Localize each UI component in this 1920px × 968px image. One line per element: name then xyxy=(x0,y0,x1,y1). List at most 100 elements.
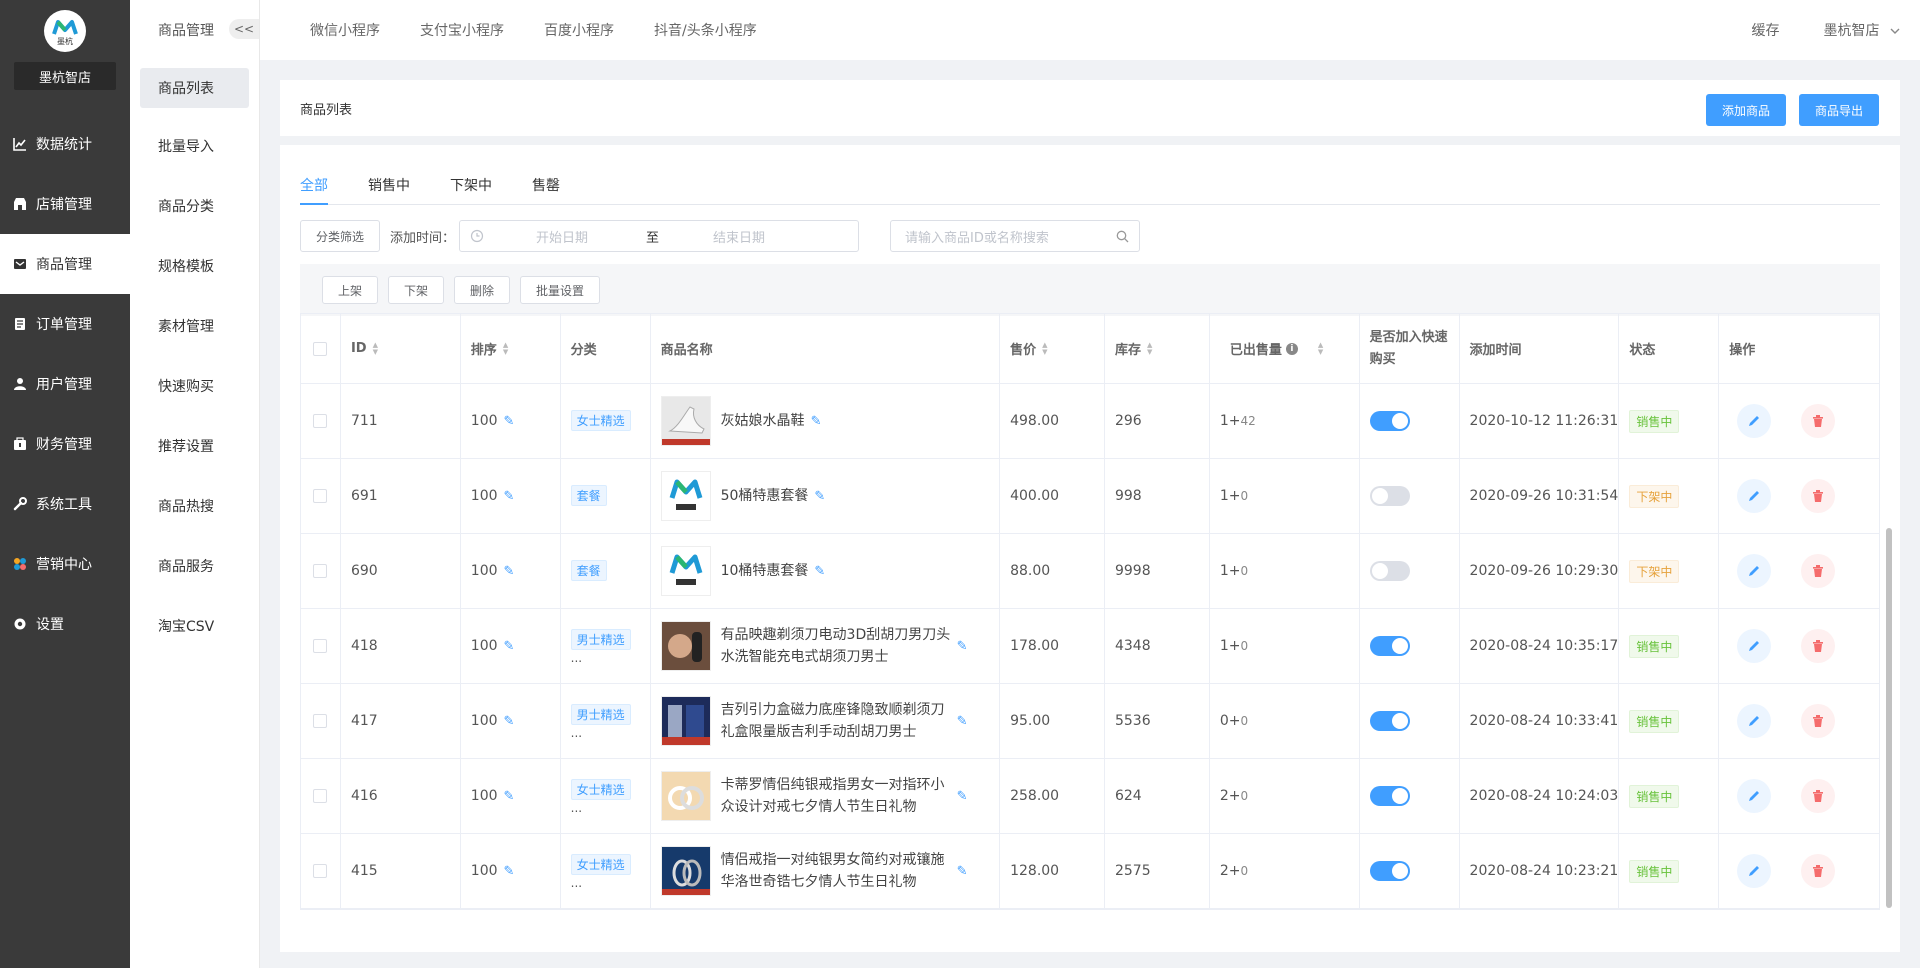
select-all-checkbox[interactable] xyxy=(313,341,328,356)
sort-icon[interactable]: ▲ ▼ xyxy=(1318,341,1323,356)
row-select-cell[interactable] xyxy=(301,459,341,533)
subnav-item-hot-search[interactable]: 商品热搜 xyxy=(130,476,259,536)
edit-name-icon[interactable]: ✎ xyxy=(811,414,822,429)
nav-tools[interactable]: 系统工具 xyxy=(0,474,130,534)
date-range-picker[interactable]: 开始日期 至 结束日期 xyxy=(459,220,860,252)
edit-sort-icon[interactable]: ✎ xyxy=(504,489,515,504)
edit-sort-icon[interactable]: ✎ xyxy=(504,714,515,729)
info-icon[interactable]: i xyxy=(1285,342,1298,355)
row-select-cell[interactable] xyxy=(301,834,341,908)
tab-on-sale[interactable]: 销售中 xyxy=(368,175,410,205)
edit-name-icon[interactable]: ✎ xyxy=(957,714,968,729)
top-tab-alipay[interactable]: 支付宝小程序 xyxy=(420,20,504,40)
header-price[interactable]: 售价 ▲ ▼ xyxy=(1000,314,1105,383)
row-checkbox[interactable] xyxy=(313,639,328,653)
row-select-cell[interactable] xyxy=(301,684,341,758)
sort-icon[interactable]: ▲ ▼ xyxy=(1042,341,1047,356)
header-sold[interactable]: 已出售量 i ▲ ▼ xyxy=(1210,314,1360,383)
top-tab-baidu[interactable]: 百度小程序 xyxy=(544,20,614,40)
start-date-input[interactable]: 开始日期 xyxy=(536,227,588,246)
subnav-item-recommend[interactable]: 推荐设置 xyxy=(130,416,259,476)
store-name[interactable]: 墨杭智店 xyxy=(14,62,116,90)
quick-buy-toggle[interactable] xyxy=(1369,861,1410,881)
nav-orders[interactable]: 订单管理 xyxy=(0,294,130,354)
edit-sort-icon[interactable]: ✎ xyxy=(504,414,515,429)
header-stock[interactable]: 库存 ▲ ▼ xyxy=(1105,314,1210,383)
sort-icon[interactable]: ▲ ▼ xyxy=(373,341,378,356)
add-goods-button[interactable]: 添加商品 xyxy=(1706,94,1786,126)
row-checkbox[interactable] xyxy=(313,789,328,803)
edit-name-icon[interactable]: ✎ xyxy=(957,639,968,654)
subnav-item-goods-list[interactable]: 商品列表 xyxy=(140,68,249,108)
delete-button[interactable] xyxy=(1801,629,1836,663)
delete-button[interactable] xyxy=(1801,779,1836,813)
subnav-item-batch-import[interactable]: 批量导入 xyxy=(130,116,259,176)
export-goods-button[interactable]: 商品导出 xyxy=(1799,94,1879,126)
delete-button[interactable] xyxy=(1801,854,1836,888)
delete-button[interactable] xyxy=(1801,554,1836,588)
row-checkbox[interactable] xyxy=(313,489,328,503)
edit-button[interactable] xyxy=(1737,404,1772,438)
row-checkbox[interactable] xyxy=(313,414,328,428)
edit-name-icon[interactable]: ✎ xyxy=(957,789,968,804)
edit-button[interactable] xyxy=(1737,629,1772,663)
edit-sort-icon[interactable]: ✎ xyxy=(504,564,515,579)
delete-button[interactable] xyxy=(1801,404,1836,438)
delete-button[interactable] xyxy=(1801,479,1836,513)
nav-users[interactable]: 用户管理 xyxy=(0,354,130,414)
table-scrollbar[interactable] xyxy=(1886,528,1892,908)
edit-button[interactable] xyxy=(1737,554,1772,588)
header-id[interactable]: ID ▲ ▼ xyxy=(341,314,461,383)
quick-buy-toggle[interactable] xyxy=(1369,486,1410,506)
cache-button[interactable]: 缓存 xyxy=(1752,20,1780,40)
row-select-cell[interactable] xyxy=(301,534,341,608)
row-checkbox[interactable] xyxy=(313,564,328,578)
edit-button[interactable] xyxy=(1737,479,1772,513)
row-select-cell[interactable] xyxy=(301,609,341,683)
subnav-item-taobao-csv[interactable]: 淘宝CSV xyxy=(130,596,259,656)
nav-data-stats[interactable]: 数据统计 xyxy=(0,114,130,174)
search-input[interactable]: 请输入商品ID或名称搜索 xyxy=(890,220,1140,252)
category-filter-button[interactable]: 分类筛选 xyxy=(300,220,380,252)
bulk-settings-button[interactable]: 批量设置 xyxy=(520,276,600,304)
tab-sold-out[interactable]: 售罄 xyxy=(532,175,560,205)
edit-name-icon[interactable]: ✎ xyxy=(814,489,825,504)
nav-marketing[interactable]: 营销中心 xyxy=(0,534,130,594)
row-checkbox[interactable] xyxy=(313,714,328,728)
quick-buy-toggle[interactable] xyxy=(1369,411,1410,431)
nav-finance[interactable]: 财务管理 xyxy=(0,414,130,474)
edit-sort-icon[interactable]: ✎ xyxy=(504,864,515,879)
quick-buy-toggle[interactable] xyxy=(1369,711,1410,731)
delete-button[interactable] xyxy=(1801,704,1836,738)
row-select-cell[interactable] xyxy=(301,384,341,458)
subnav-item-spec-template[interactable]: 规格模板 xyxy=(130,236,259,296)
collapse-button[interactable]: << xyxy=(229,19,259,39)
end-date-input[interactable]: 结束日期 xyxy=(713,227,765,246)
tab-all[interactable]: 全部 xyxy=(300,175,328,205)
subnav-item-category[interactable]: 商品分类 xyxy=(130,176,259,236)
edit-name-icon[interactable]: ✎ xyxy=(814,564,825,579)
tab-off-shelf[interactable]: 下架中 xyxy=(450,175,492,205)
subnav-item-materials[interactable]: 素材管理 xyxy=(130,296,259,356)
bulk-on-shelf-button[interactable]: 上架 xyxy=(322,276,378,304)
top-tab-wechat[interactable]: 微信小程序 xyxy=(310,20,380,40)
nav-shop[interactable]: 店铺管理 xyxy=(0,174,130,234)
header-select-all[interactable] xyxy=(301,314,341,383)
quick-buy-toggle[interactable] xyxy=(1369,636,1410,656)
top-tab-douyin[interactable]: 抖音/头条小程序 xyxy=(654,20,757,40)
sort-icon[interactable]: ▲ ▼ xyxy=(503,341,508,356)
store-dropdown[interactable]: 墨杭智店 xyxy=(1824,20,1900,40)
edit-sort-icon[interactable]: ✎ xyxy=(504,639,515,654)
bulk-delete-button[interactable]: 删除 xyxy=(454,276,510,304)
search-icon[interactable] xyxy=(1116,230,1129,243)
edit-button[interactable] xyxy=(1737,704,1772,738)
quick-buy-toggle[interactable] xyxy=(1369,786,1410,806)
edit-button[interactable] xyxy=(1737,854,1772,888)
edit-sort-icon[interactable]: ✎ xyxy=(504,789,515,804)
bulk-off-shelf-button[interactable]: 下架 xyxy=(388,276,444,304)
row-checkbox[interactable] xyxy=(313,864,328,878)
edit-name-icon[interactable]: ✎ xyxy=(957,864,968,879)
subnav-item-quick-buy[interactable]: 快速购买 xyxy=(130,356,259,416)
nav-settings[interactable]: 设置 xyxy=(0,594,130,654)
subnav-item-service[interactable]: 商品服务 xyxy=(130,536,259,596)
